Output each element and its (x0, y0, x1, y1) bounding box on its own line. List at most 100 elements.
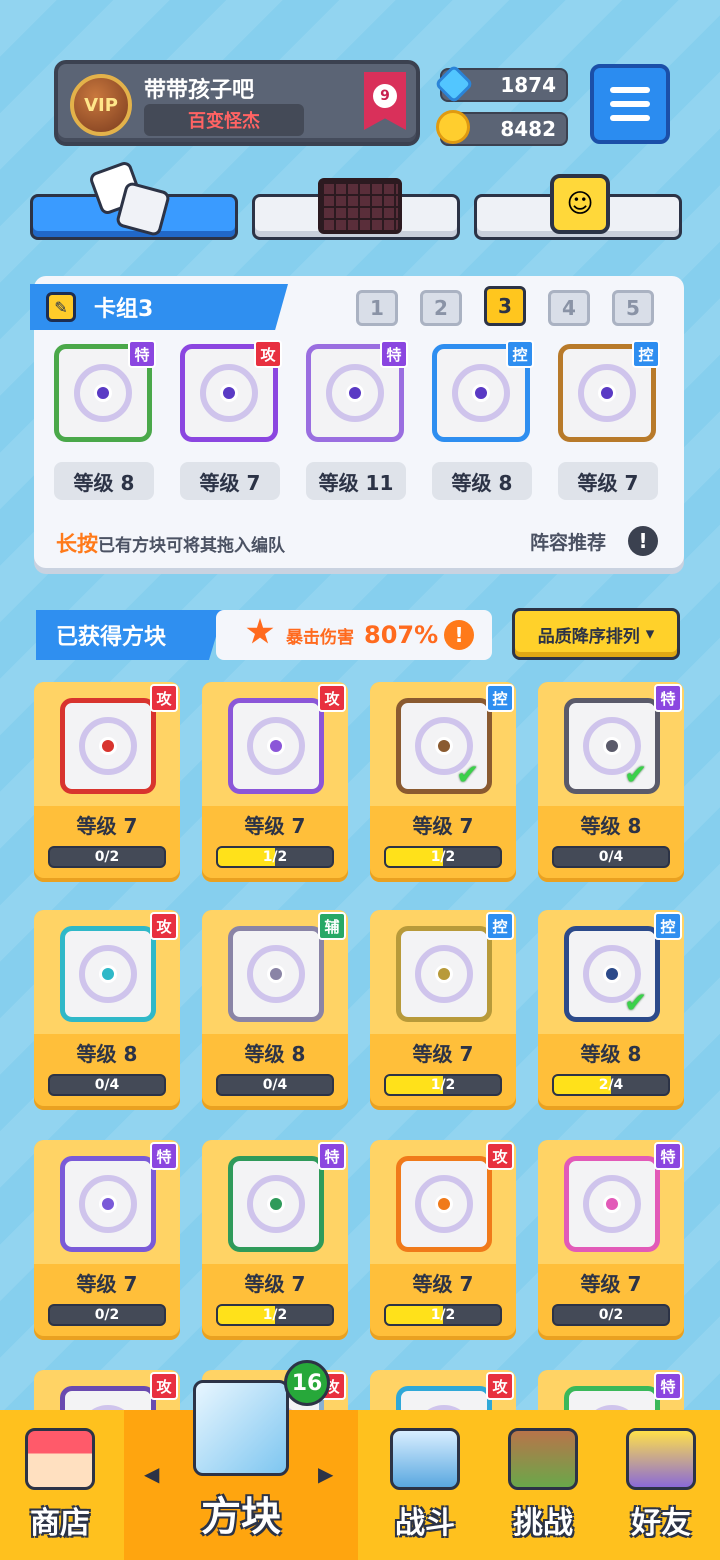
owned-block-card[interactable]: 控 ✔ 等级 8 2/4 (538, 910, 684, 1110)
upgrade-progress-text: 0/2 (598, 1307, 624, 1323)
block-level: 等级 7 (412, 1272, 474, 1296)
pencil-icon[interactable]: ✎ (46, 292, 76, 322)
owned-block-card[interactable]: 特等级 7 0/2 (34, 1140, 180, 1340)
owned-block-card[interactable]: 攻等级 8 0/4 (34, 910, 180, 1110)
block-artwork (228, 698, 324, 794)
menu-button[interactable] (590, 64, 670, 144)
block-level: 等级 7 (244, 1272, 306, 1296)
upgrade-progress-text: 1/2 (430, 1077, 456, 1093)
chocolate-grid-icon (318, 178, 402, 234)
upgrade-progress-text: 1/2 (430, 849, 456, 865)
rune-ring-icon (200, 364, 258, 422)
owned-block-card[interactable]: 特等级 7 1/2 (202, 1140, 348, 1340)
coin-icon (436, 110, 470, 144)
upgrade-progress-text: 0/4 (94, 1077, 120, 1093)
block-level: 等级 8 (76, 1042, 138, 1066)
nav-right-arrow-icon[interactable]: ▶ (318, 1462, 333, 1486)
rune-ring-icon (578, 364, 636, 422)
owned-block-card[interactable]: 辅等级 8 0/4 (202, 910, 348, 1110)
owned-block-card[interactable]: 控 ✔ 等级 7 1/2 (370, 682, 516, 882)
block-artwork (564, 1156, 660, 1252)
upgrade-progress-bar: 2/4 (552, 1074, 670, 1096)
owned-block-card[interactable]: 控等级 7 1/2 (370, 910, 516, 1110)
dice-icon (87, 159, 172, 238)
sword-shield-icon (390, 1428, 460, 1490)
block-artwork (228, 926, 324, 1022)
upgrade-progress-text: 0/4 (262, 1077, 288, 1093)
shop-icon (25, 1428, 95, 1490)
blocks-count-badge: 16 (284, 1360, 330, 1406)
equipped-check-icon: ✔ (624, 758, 648, 791)
crit-info-icon[interactable]: ! (444, 620, 474, 650)
block-type-tag: 攻 (150, 1372, 178, 1400)
deck-number-tab[interactable]: 2 (420, 290, 462, 326)
player-title: 百变怪杰 (144, 104, 304, 136)
block-type-tag: 攻 (254, 340, 282, 368)
rune-ring-icon (583, 1175, 641, 1233)
nav-friends[interactable]: 好友 (602, 1410, 720, 1560)
nav-challenge[interactable]: 挑战 (484, 1410, 602, 1560)
nav-battle-label: 战斗 (395, 1506, 455, 1541)
block-type-tag: 控 (486, 912, 514, 940)
owned-block-card[interactable]: 特等级 7 0/2 (538, 1140, 684, 1340)
upgrade-progress-bar: 0/2 (552, 1304, 670, 1326)
upgrade-progress-bar: 0/4 (216, 1074, 334, 1096)
upgrade-progress-bar: 0/2 (48, 846, 166, 868)
crit-value: 807% (364, 621, 439, 649)
sort-dropdown[interactable]: 品质降序排列 ▾ (512, 608, 680, 660)
block-level: 等级 7 (76, 1272, 138, 1296)
dropdown-triangle-icon: ▾ (645, 624, 655, 644)
deck-number-tab[interactable]: 1 (356, 290, 398, 326)
owned-block-card[interactable]: 攻等级 7 1/2 (370, 1140, 516, 1340)
block-type-tag: 特 (380, 340, 408, 368)
block-type-tag: 控 (632, 340, 660, 368)
block-type-tag: 特 (128, 340, 156, 368)
owned-block-card[interactable]: 攻等级 7 1/2 (202, 682, 348, 882)
rune-ring-icon (415, 945, 473, 1003)
block-artwork (60, 1156, 156, 1252)
nav-left-arrow-icon[interactable]: ◀ (144, 1462, 159, 1486)
upgrade-progress-text: 0/2 (94, 849, 120, 865)
rune-ring-icon (326, 364, 384, 422)
upgrade-progress-text: 2/4 (598, 1077, 624, 1093)
deck-slot-level: 等级 7 (180, 462, 280, 500)
deck-number-tab[interactable]: 5 (612, 290, 654, 326)
block-type-tag: 辅 (318, 912, 346, 940)
rune-ring-icon (247, 1175, 305, 1233)
hint-text: 长按已有方块可将其拖入编队 (56, 528, 285, 558)
nav-battle[interactable]: 战斗 (366, 1410, 484, 1560)
upgrade-progress-bar: 0/2 (48, 1304, 166, 1326)
deck-slot-level: 等级 8 (432, 462, 532, 500)
nav-shop[interactable]: 商店 (0, 1410, 120, 1560)
block-level: 等级 8 (580, 814, 642, 838)
upgrade-progress-bar: 1/2 (216, 846, 334, 868)
block-type-tag: 特 (318, 1142, 346, 1170)
block-artwork (396, 926, 492, 1022)
nav-shop-label: 商店 (30, 1506, 90, 1541)
rune-ring-icon (79, 717, 137, 775)
friend-character-icon (626, 1428, 696, 1490)
block-type-tag: 攻 (150, 684, 178, 712)
lineup-recommend-label[interactable]: 阵容推荐 (530, 528, 606, 555)
deck-slot-level: 等级 11 (306, 462, 406, 500)
player-profile-card[interactable]: VIP 带带孩子吧 百变怪杰 9 (54, 60, 420, 146)
upgrade-progress-bar: 1/2 (216, 1304, 334, 1326)
info-icon[interactable]: ! (628, 526, 658, 556)
rune-ring-icon (247, 717, 305, 775)
owned-block-card[interactable]: 攻等级 7 0/2 (34, 682, 180, 882)
upgrade-progress-bar: 0/4 (48, 1074, 166, 1096)
upgrade-progress-bar: 1/2 (384, 846, 502, 868)
rune-ring-icon (452, 364, 510, 422)
upgrade-progress-text: 0/2 (94, 1307, 120, 1323)
block-type-tag: 攻 (486, 1372, 514, 1400)
hint-emphasis: 长按 (56, 532, 98, 556)
upgrade-progress-bar: 1/2 (384, 1304, 502, 1326)
block-type-tag: 攻 (150, 912, 178, 940)
deck-number-tab[interactable]: 4 (548, 290, 590, 326)
block-level: 等级 7 (412, 814, 474, 838)
deck-number-tab[interactable]: 3 (484, 286, 526, 326)
owned-block-card[interactable]: 特 ✔ 等级 8 0/4 (538, 682, 684, 882)
block-type-tag: 攻 (486, 1142, 514, 1170)
signpost-icon (508, 1428, 578, 1490)
owned-blocks-title: 已获得方块 (36, 610, 224, 660)
